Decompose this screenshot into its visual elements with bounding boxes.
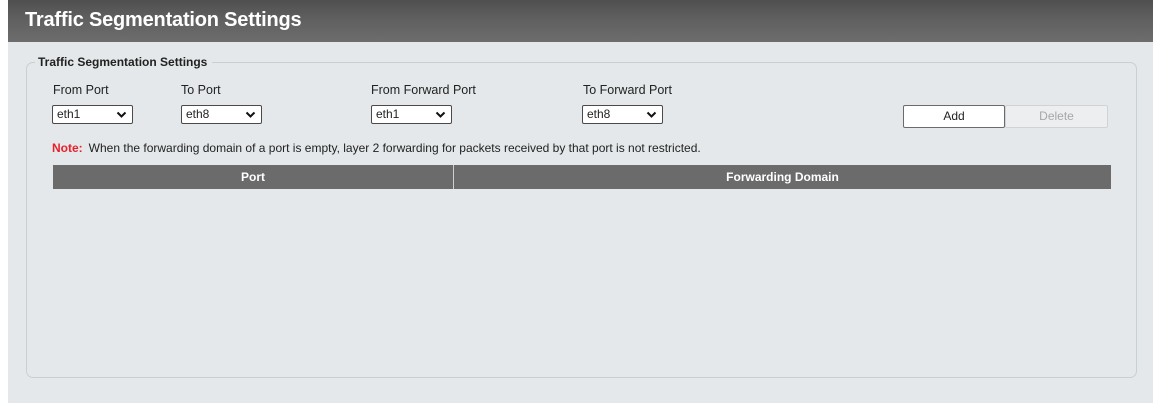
segmentation-table-header: Port Forwarding Domain [53, 165, 1111, 189]
from-port-label: From Port [53, 83, 109, 97]
chevron-down-icon [646, 111, 657, 118]
from-forward-port-select[interactable]: eth1 [371, 105, 452, 124]
note-text: When the forwarding domain of a port is … [88, 141, 701, 155]
chevron-down-icon [435, 111, 446, 118]
note: Note: When the forwarding domain of a por… [52, 141, 701, 156]
panel-legend: Traffic Segmentation Settings [35, 54, 213, 70]
to-forward-port-label: To Forward Port [583, 83, 672, 97]
chevron-down-icon [116, 111, 127, 118]
chevron-down-icon [245, 111, 256, 118]
page-header: Traffic Segmentation Settings [8, 0, 1153, 42]
to-port-label: To Port [181, 83, 221, 97]
from-forward-port-label: From Forward Port [371, 83, 476, 97]
column-header-forwarding-domain: Forwarding Domain [726, 170, 839, 184]
from-port-select[interactable]: eth1 [52, 105, 133, 124]
to-forward-port-select[interactable]: eth8 [582, 105, 663, 124]
to-forward-port-value: eth8 [587, 107, 611, 121]
delete-button[interactable]: Delete [1005, 105, 1108, 128]
to-port-value: eth8 [186, 107, 210, 121]
add-button[interactable]: Add [903, 105, 1005, 128]
to-port-select[interactable]: eth8 [181, 105, 262, 124]
from-forward-port-value: eth1 [376, 107, 400, 121]
settings-panel: Traffic Segmentation Settings From Port … [26, 54, 1137, 378]
content-area: Traffic Segmentation Settings From Port … [8, 42, 1153, 403]
from-port-value: eth1 [57, 107, 81, 121]
column-header-port: Port [53, 165, 454, 189]
note-label: Note: [52, 141, 83, 155]
page-title: Traffic Segmentation Settings [25, 9, 302, 31]
